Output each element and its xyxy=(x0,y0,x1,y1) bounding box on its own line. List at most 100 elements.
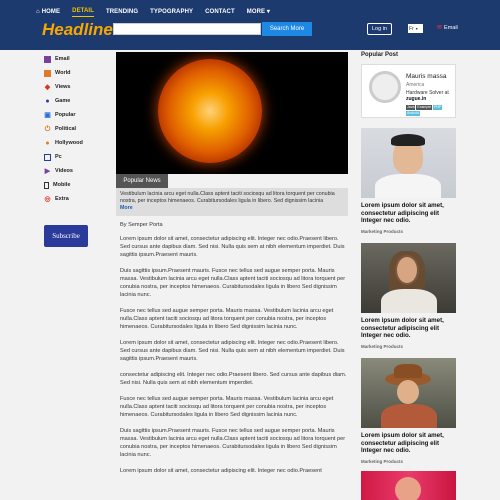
sidebar-item-mobile[interactable]: Mobile xyxy=(44,178,104,192)
popular-icon: ▣ xyxy=(44,111,51,119)
article-paragraph: Duis sagittis ipsum.Praesent mauris. Fus… xyxy=(120,268,346,298)
nav-contact-label: CONTACT xyxy=(205,8,235,15)
hero-image[interactable] xyxy=(116,52,348,174)
popular-post-title: Popular Post xyxy=(361,52,399,58)
sidebar-item-label: Political xyxy=(55,126,77,132)
tag-badge[interactable]: Android xyxy=(406,111,421,116)
tag-badge[interactable]: Example xyxy=(416,105,433,110)
tag-badge[interactable]: PHP xyxy=(433,105,443,110)
profile-card: Mauris massa America Hardware Solver at … xyxy=(361,64,456,118)
post-card[interactable] xyxy=(361,471,456,500)
language-select[interactable]: Fr ▾ xyxy=(408,24,423,33)
article-paragraph: consectetur adipiscing elit. Integer nec… xyxy=(120,372,347,386)
hero-caption-text: Vestibulum lacinia arcu eget nulla.Class… xyxy=(120,191,335,204)
article-body: By Semper Porta Lorem ipsum dolor sit am… xyxy=(120,221,348,483)
sidebar-item-hollywood[interactable]: ● Hollywood xyxy=(44,136,104,150)
sidebar-item-pc[interactable]: Pc xyxy=(44,150,104,164)
article-paragraph: Duis sagittis ipsum.Praesent mauris. Fus… xyxy=(120,428,346,458)
sidebar-item-label: Popular xyxy=(55,112,76,118)
sidebar-item-email[interactable]: Email xyxy=(44,52,104,66)
sidebar-item-label: Email xyxy=(55,56,70,62)
article-paragraph: Fusce nec tellus sed augue semper porta.… xyxy=(120,396,334,418)
post-image[interactable] xyxy=(361,471,456,500)
nav-typography[interactable]: TYPOGRAPHY xyxy=(150,8,193,17)
post-title[interactable]: Lorem ipsum dolor sit amet, consectetur … xyxy=(361,202,456,225)
post-category[interactable]: Marketing Products xyxy=(361,344,456,349)
sidebar-item-label: Hollywood xyxy=(55,140,83,146)
globe-icon xyxy=(44,69,51,77)
sidebar-item-label: Game xyxy=(55,98,71,104)
post-image[interactable] xyxy=(361,358,456,428)
main-nav: ⌂ HOME DETAIL TRENDING TYPOGRAPHY CONTAC… xyxy=(36,8,270,17)
sidebar-item-world[interactable]: World xyxy=(44,66,104,80)
nav-trending[interactable]: TRENDING xyxy=(106,8,138,17)
tag-badge[interactable]: Java xyxy=(406,105,416,110)
language-value: Fr xyxy=(409,25,414,32)
nav-detail[interactable]: DETAIL xyxy=(72,8,94,17)
nav-contact[interactable]: CONTACT xyxy=(205,8,235,17)
post-card[interactable]: Lorem ipsum dolor sit amet, consectetur … xyxy=(361,243,456,349)
monitor-icon xyxy=(44,153,51,161)
email-icon: ✉ xyxy=(437,25,443,31)
nav-home-label: HOME xyxy=(41,8,61,15)
sidebar-item-political[interactable]: ⏻ Political xyxy=(44,122,104,136)
video-icon: ▶ xyxy=(44,167,51,175)
post-image[interactable] xyxy=(361,243,456,313)
nav-more-label: MORE ▾ xyxy=(246,9,270,15)
nav-detail-label: DETAIL xyxy=(72,8,94,14)
chevron-down-icon: ▾ xyxy=(415,26,418,31)
power-icon: ⏻ xyxy=(44,125,51,133)
search-button[interactable]: Search More xyxy=(262,22,312,36)
post-image[interactable] xyxy=(361,128,456,198)
sidebar-item-label: Mobile xyxy=(53,182,71,188)
subscribe-button[interactable]: Subscribe xyxy=(44,225,88,247)
nav-typography-label: TYPOGRAPHY xyxy=(150,8,194,15)
article-paragraph: Fusce nec tellus sed augue semper porta.… xyxy=(120,308,334,330)
sidebar-item-extra[interactable]: ◎ Extra xyxy=(44,192,104,206)
article-paragraph: Lorem ipsum dolor sit amet, consectetur … xyxy=(120,340,345,362)
sidebar-item-views[interactable]: ◆ Views xyxy=(44,80,104,94)
category-sidebar: Email World ◆ Views ● Game ▣ Popular ⏻ P… xyxy=(44,52,104,206)
article-paragraph: Lorem ipsum dolor sit amet, consectetur … xyxy=(120,236,345,258)
sidebar-item-game[interactable]: ● Game xyxy=(44,94,104,108)
sidebar-item-label: Views xyxy=(55,84,71,90)
email-label: Email xyxy=(444,24,458,31)
home-icon: ⌂ xyxy=(36,8,40,15)
search-input[interactable] xyxy=(113,23,261,35)
post-card[interactable]: Lorem ipsum dolor sit amet, consectetur … xyxy=(361,128,456,234)
post-title[interactable]: Lorem ipsum dolor sit amet, consectetur … xyxy=(361,317,456,340)
sidebar-item-popular[interactable]: ▣ Popular xyxy=(44,108,104,122)
sidebar-item-label: Videos xyxy=(55,168,73,174)
target-icon: ◎ xyxy=(44,195,51,203)
mobile-icon xyxy=(44,181,49,189)
sidebar-item-label: Pc xyxy=(55,154,62,160)
popular-post-column: Popular Post Mauris massa America Hardwa… xyxy=(361,52,456,118)
login-button[interactable]: Log in xyxy=(367,23,392,35)
post-card[interactable]: Lorem ipsum dolor sit amet, consectetur … xyxy=(361,358,456,464)
avatar[interactable] xyxy=(369,71,401,103)
film-icon: ● xyxy=(45,139,50,147)
more-link[interactable]: More xyxy=(120,205,344,212)
hero-caption: Vestibulum lacinia arcu eget nulla.Class… xyxy=(116,188,348,216)
sidebar-item-videos[interactable]: ▶ Videos xyxy=(44,164,104,178)
article-byline: By Semper Porta xyxy=(120,222,163,228)
profile-tags: Java Example PHP Android xyxy=(406,105,446,116)
mail-icon xyxy=(44,55,51,63)
popular-news-tab[interactable]: Popular News xyxy=(116,174,168,188)
nav-home[interactable]: ⌂ HOME xyxy=(36,8,60,17)
email-link[interactable]: ✉ Email xyxy=(437,24,458,32)
sun-image xyxy=(158,59,262,163)
profile-name[interactable]: Mauris massa xyxy=(406,73,446,80)
eye-icon: ◆ xyxy=(44,83,51,91)
post-title[interactable]: Lorem ipsum dolor sit amet, consectetur … xyxy=(361,432,456,455)
profile-location: America xyxy=(406,82,425,88)
gamepad-icon: ● xyxy=(45,97,50,105)
sidebar-item-label: Extra xyxy=(55,196,69,202)
article-paragraph: Lorem ipsum dolor sit amet, consectetur … xyxy=(120,468,322,474)
post-category[interactable]: Marketing Products xyxy=(361,459,456,464)
nav-more[interactable]: MORE ▾ xyxy=(247,8,270,17)
sidebar-item-label: World xyxy=(55,70,71,76)
profile-site[interactable]: zugue.in xyxy=(406,96,426,102)
post-category[interactable]: Marketing Products xyxy=(361,229,456,234)
nav-trending-label: TRENDING xyxy=(105,8,139,15)
